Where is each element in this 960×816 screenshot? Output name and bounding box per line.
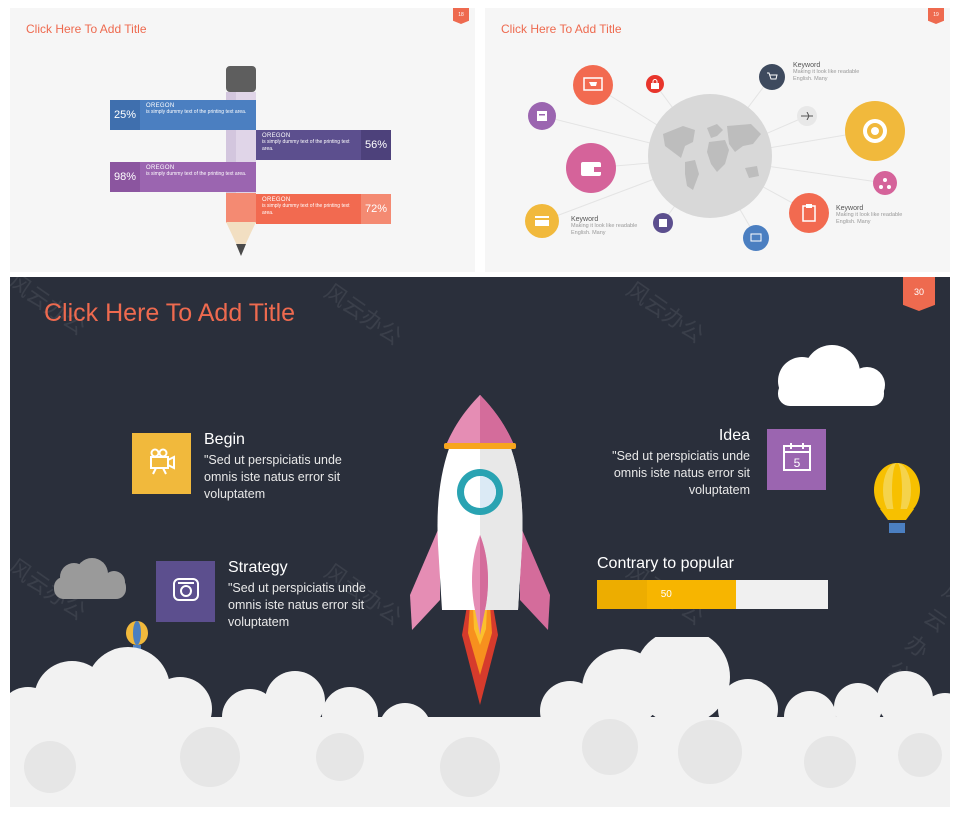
slide-world-map[interactable]: Click Here To Add Title 19 Keyword Makin… — [485, 8, 950, 272]
bar-percent: 25% — [110, 100, 140, 130]
lock-icon — [646, 75, 664, 93]
svg-text:5: 5 — [793, 456, 800, 470]
idea-body: "Sed ut perspiciatis unde omnis iste nat… — [612, 449, 750, 497]
idea-icon-box: 5 — [767, 429, 826, 490]
keyword-title: Keyword — [793, 62, 821, 69]
strategy-icon-box — [156, 561, 215, 622]
keyword-title: Keyword — [571, 216, 599, 223]
bar-percent: 98% — [110, 162, 140, 192]
pencil-illustration — [226, 66, 256, 256]
calendar-icon: 5 — [781, 441, 813, 478]
progress-value: 50 — [660, 589, 672, 600]
bar-percent: 72% — [361, 194, 391, 224]
calculator-icon — [653, 213, 673, 233]
progress-bar-1: 25% OREGON is simply dummy text of the p… — [110, 100, 256, 130]
network-icon — [873, 171, 897, 195]
keyword-block-2: Keyword Making it look like readable Eng… — [793, 62, 873, 83]
keyword-desc: Making it look like readable English. Ma… — [793, 69, 860, 82]
bar-percent: 56% — [361, 130, 391, 160]
hot-air-balloon-large — [874, 463, 920, 533]
slide-pencil-bars[interactable]: Click Here To Add Title 18 25% OREGON is… — [10, 8, 475, 272]
cloud-gray — [54, 558, 126, 599]
progress-bar-4: OREGON is simply dummy text of the print… — [256, 194, 391, 224]
keyword-block-3: Keyword Making it look like readable Eng… — [836, 205, 916, 226]
progress-bar-3: 98% OREGON is simply dummy text of the p… — [110, 162, 256, 192]
strategy-heading: Strategy — [228, 559, 288, 576]
cloud-white — [778, 345, 885, 406]
telephone-icon — [171, 574, 201, 609]
slide-rocket[interactable]: 风云办公 风云办公 风云办公 风云办公 风云办公 风云办公 风云办公 Click… — [10, 277, 950, 807]
shopping-cart-icon — [759, 64, 785, 90]
progress-bar-2: OREGON is simply dummy text of the print… — [256, 130, 391, 160]
begin-heading: Begin — [204, 431, 245, 448]
keyword-block-1: Keyword Making it look like readable Eng… — [571, 216, 651, 237]
bar-description: is simply dummy text of the printing tex… — [262, 139, 350, 152]
bar-text: OREGON is simply dummy text of the print… — [140, 162, 256, 192]
bar-text: OREGON is simply dummy text of the print… — [256, 194, 361, 224]
keyword-desc: Making it look like readable English. Ma… — [836, 212, 903, 225]
keyword-desc: Making it look like readable English. Ma… — [571, 223, 638, 236]
bar-description: is simply dummy text of the printing tex… — [146, 171, 247, 177]
bar-text: OREGON is simply dummy text of the print… — [256, 130, 361, 160]
clipboard-icon — [789, 193, 829, 233]
airplane-icon — [797, 106, 817, 126]
cloud-bank — [10, 637, 950, 807]
monitor-icon — [743, 225, 769, 251]
wallet-icon — [566, 143, 616, 193]
credit-card-icon — [525, 204, 559, 238]
begin-body: "Sed ut perspiciatis unde omnis iste nat… — [204, 453, 342, 501]
begin-icon-box — [132, 433, 191, 494]
bar-description: is simply dummy text of the printing tex… — [262, 203, 350, 216]
strategy-body: "Sed ut perspiciatis unde omnis iste nat… — [228, 581, 366, 629]
contact-card-icon — [528, 102, 556, 130]
video-camera-icon — [147, 446, 177, 481]
progress-label: Contrary to popular — [597, 555, 734, 572]
cart-icon — [573, 65, 613, 105]
bar-text: OREGON is simply dummy text of the print… — [140, 100, 256, 130]
idea-heading: Idea — [718, 427, 750, 444]
progress-track: 50 — [597, 580, 828, 609]
keyword-title: Keyword — [836, 205, 864, 212]
target-icon — [845, 101, 905, 161]
globe-map-icon — [648, 94, 772, 218]
bar-description: is simply dummy text of the printing tex… — [146, 109, 247, 115]
